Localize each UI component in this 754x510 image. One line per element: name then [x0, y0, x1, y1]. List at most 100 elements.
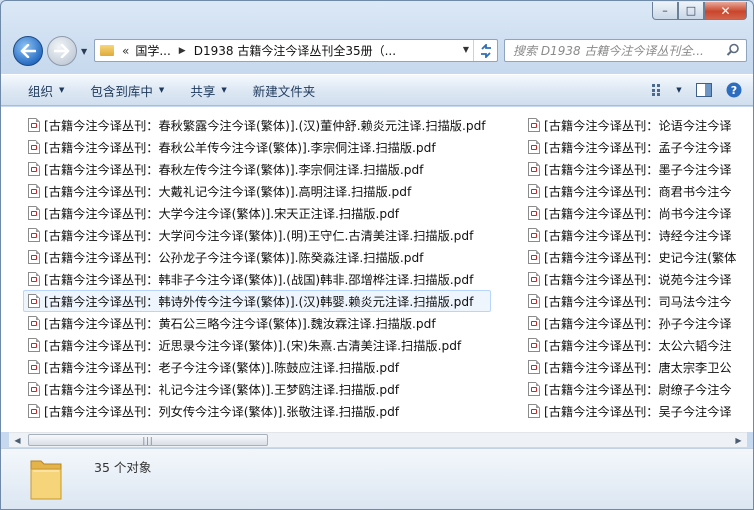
file-item[interactable]: [古籍今注今译丛刊：孙子今注今译 — [523, 312, 741, 334]
view-list-icon — [652, 84, 661, 96]
include-in-library-menu[interactable]: 包含到库中 ▼ — [90, 81, 164, 100]
file-name: [古籍今注今译丛刊：春秋繁露今注今译(繁体)].(汉)董仲舒.赖炎元注译.扫描版… — [44, 119, 486, 133]
file-item[interactable]: [古籍今注今译丛刊：黄石公三略今注今译(繁体)].魏汝霖注译.扫描版.pdf — [23, 312, 491, 334]
scroll-left-button[interactable]: ◀ — [9, 433, 26, 448]
pdf-file-icon — [528, 338, 540, 352]
explorer-window: – □ ✕ ▼ « 国学... ▶ D1938 古籍今注今译丛刊全35册（...… — [0, 0, 754, 510]
file-item[interactable]: [古籍今注今译丛刊：大戴礼记今注今译(繁体)].高明注译.扫描版.pdf — [23, 180, 491, 202]
pdf-file-icon — [28, 140, 40, 154]
file-item[interactable]: [古籍今注今译丛刊：公孙龙子今注今译(繁体)].陈癸淼注译.扫描版.pdf — [23, 246, 491, 268]
file-list-pane[interactable]: [古籍今注今译丛刊：春秋繁露今注今译(繁体)].(汉)董仲舒.赖炎元注译.扫描版… — [1, 107, 753, 432]
pdf-file-icon — [28, 294, 40, 308]
pdf-file-icon — [28, 228, 40, 242]
preview-pane-button[interactable] — [689, 75, 719, 105]
file-name: [古籍今注今译丛刊：近思录今注今译(繁体)].(宋)朱熹.古清美注译.扫描版.p… — [44, 339, 462, 353]
file-item[interactable]: [古籍今注今译丛刊：史记今注(繁体 — [523, 246, 741, 268]
share-menu[interactable]: 共享 ▼ — [190, 81, 226, 100]
file-item[interactable]: [古籍今注今译丛刊：说苑今注今译 — [523, 268, 741, 290]
file-name: [古籍今注今译丛刊：韩诗外传今注今译(繁体)].(汉)韩婴.赖炎元注译.扫描版.… — [44, 295, 474, 309]
file-item[interactable]: [古籍今注今译丛刊：韩诗外传今注今译(繁体)].(汉)韩婴.赖炎元注译.扫描版.… — [23, 290, 491, 312]
file-name: [古籍今注今译丛刊：说苑今注今译 — [544, 273, 732, 287]
file-item[interactable]: [古籍今注今译丛刊：老子今注今译(繁体)].陈鼓应注译.扫描版.pdf — [23, 356, 491, 378]
horizontal-scrollbar[interactable]: ◀ ||| ▶ — [9, 432, 747, 447]
file-item[interactable]: [古籍今注今译丛刊：韩非子今注今译(繁体)].(战国)韩非.邵增桦注译.扫描版.… — [23, 268, 491, 290]
file-item[interactable]: [古籍今注今译丛刊：春秋左传今注今译(繁体)].李宗侗注译.扫描版.pdf — [23, 158, 491, 180]
breadcrumb-chevron-icon[interactable]: ▶ — [179, 46, 186, 56]
maximize-button[interactable]: □ — [678, 2, 704, 20]
minimize-button[interactable]: – — [652, 2, 678, 20]
new-folder-button[interactable]: 新建文件夹 — [253, 81, 316, 100]
file-item[interactable]: [古籍今注今译丛刊：礼记今注今译(繁体)].王梦鸥注译.扫描版.pdf — [23, 378, 491, 400]
refresh-button[interactable] — [473, 40, 497, 61]
details-pane: 35 个对象 — [1, 448, 753, 509]
chevron-down-icon: ▼ — [59, 86, 65, 94]
file-item[interactable]: [古籍今注今译丛刊：大学问今注今译(繁体)].(明)王守仁.古清美注译.扫描版.… — [23, 224, 491, 246]
file-name: [古籍今注今译丛刊：韩非子今注今译(繁体)].(战国)韩非.邵增桦注译.扫描版.… — [44, 273, 474, 287]
recent-pages-dropdown-icon[interactable]: ▼ — [81, 47, 87, 56]
help-button[interactable]: ? — [719, 75, 749, 105]
help-icon: ? — [726, 82, 742, 98]
file-name: [古籍今注今译丛刊：吴子今注今译 — [544, 405, 732, 419]
pdf-file-icon — [28, 360, 40, 374]
file-item[interactable]: [古籍今注今译丛刊：诗经今注今译 — [523, 224, 741, 246]
folder-icon — [30, 460, 62, 500]
file-name: [古籍今注今译丛刊：黄石公三略今注今译(繁体)].魏汝霖注译.扫描版.pdf — [44, 317, 436, 331]
new-folder-label: 新建文件夹 — [252, 83, 316, 99]
file-item[interactable]: [古籍今注今译丛刊：太公六韬今注 — [523, 334, 741, 356]
file-item[interactable]: [古籍今注今译丛刊：春秋繁露今注今译(繁体)].(汉)董仲舒.赖炎元注译.扫描版… — [23, 114, 491, 136]
file-name: [古籍今注今译丛刊：大学今注今译(繁体)].宋天正注译.扫描版.pdf — [44, 207, 400, 221]
pdf-file-icon — [528, 272, 540, 286]
file-item[interactable]: [古籍今注今译丛刊：墨子今注今译 — [523, 158, 741, 180]
file-name: [古籍今注今译丛刊：孙子今注今译 — [544, 317, 732, 331]
scroll-thumb[interactable]: ||| — [28, 434, 268, 446]
close-button[interactable]: ✕ — [704, 2, 747, 20]
file-item[interactable]: [古籍今注今译丛刊：列女传今注今译(繁体)].张敬注译.扫描版.pdf — [23, 400, 491, 422]
caption-buttons: – □ ✕ — [652, 2, 747, 20]
forward-button[interactable] — [47, 36, 77, 66]
address-dropdown-icon[interactable]: ▼ — [463, 45, 469, 54]
file-name: [古籍今注今译丛刊：列女传今注今译(繁体)].张敬注译.扫描版.pdf — [44, 405, 400, 419]
file-item[interactable]: [古籍今注今译丛刊：春秋公羊传今注今译(繁体)].李宗侗注译.扫描版.pdf — [23, 136, 491, 158]
pdf-file-icon — [528, 118, 540, 132]
back-button[interactable] — [13, 36, 43, 66]
address-bar[interactable]: « 国学... ▶ D1938 古籍今注今译丛刊全35册（... ▼ — [94, 39, 498, 62]
file-name: [古籍今注今译丛刊：诗经今注今译 — [544, 229, 732, 243]
pdf-file-icon — [528, 228, 540, 242]
address-overflow[interactable]: « — [122, 44, 129, 58]
pdf-file-icon — [528, 404, 540, 418]
file-item[interactable]: [古籍今注今译丛刊：论语今注今译 — [523, 114, 741, 136]
organize-menu[interactable]: 组织 ▼ — [28, 81, 64, 100]
file-item[interactable]: [古籍今注今译丛刊：司马法今注今 — [523, 290, 741, 312]
breadcrumb-segment-parent[interactable]: 国学... — [135, 42, 170, 59]
file-item[interactable]: [古籍今注今译丛刊：尉缭子今注今 — [523, 378, 741, 400]
pdf-file-icon — [528, 184, 540, 198]
file-item[interactable]: [古籍今注今译丛刊：商君书今注今 — [523, 180, 741, 202]
file-name: [古籍今注今译丛刊：孟子今注今译 — [544, 141, 732, 155]
preview-pane-icon — [696, 83, 712, 97]
pdf-file-icon — [528, 294, 540, 308]
file-item[interactable]: [古籍今注今译丛刊：大学今注今译(繁体)].宋天正注译.扫描版.pdf — [23, 202, 491, 224]
view-options-button[interactable]: ▼ — [645, 75, 689, 105]
pdf-file-icon — [528, 316, 540, 330]
file-name: [古籍今注今译丛刊：老子今注今译(繁体)].陈鼓应注译.扫描版.pdf — [44, 361, 400, 375]
search-input[interactable]: 搜索 D1938 古籍今注今译丛刊全... — [504, 39, 747, 62]
file-name: [古籍今注今译丛刊：春秋公羊传今注今译(繁体)].李宗侗注译.扫描版.pdf — [44, 141, 436, 155]
file-item[interactable]: [古籍今注今译丛刊：近思录今注今译(繁体)].(宋)朱熹.古清美注译.扫描版.p… — [23, 334, 491, 356]
file-name: [古籍今注今译丛刊：唐太宗李卫公 — [544, 361, 732, 375]
share-label: 共享 — [190, 83, 216, 99]
breadcrumb-segment-current[interactable]: D1938 古籍今注今译丛刊全35册（... — [194, 42, 396, 59]
pdf-file-icon — [28, 250, 40, 264]
file-item[interactable]: [古籍今注今译丛刊：吴子今注今译 — [523, 400, 741, 422]
chevron-down-icon: ▼ — [676, 86, 682, 94]
file-item[interactable]: [古籍今注今译丛刊：孟子今注今译 — [523, 136, 741, 158]
pdf-file-icon — [28, 184, 40, 198]
file-item[interactable]: [古籍今注今译丛刊：尚书今注今译 — [523, 202, 741, 224]
scroll-right-button[interactable]: ▶ — [730, 433, 747, 448]
search-icon[interactable] — [726, 43, 740, 57]
file-name: [古籍今注今译丛刊：墨子今注今译 — [544, 163, 732, 177]
pdf-file-icon — [528, 206, 540, 220]
pdf-file-icon — [528, 140, 540, 154]
pdf-file-icon — [528, 162, 540, 176]
file-name: [古籍今注今译丛刊：尚书今注今译 — [544, 207, 732, 221]
file-item[interactable]: [古籍今注今译丛刊：唐太宗李卫公 — [523, 356, 741, 378]
